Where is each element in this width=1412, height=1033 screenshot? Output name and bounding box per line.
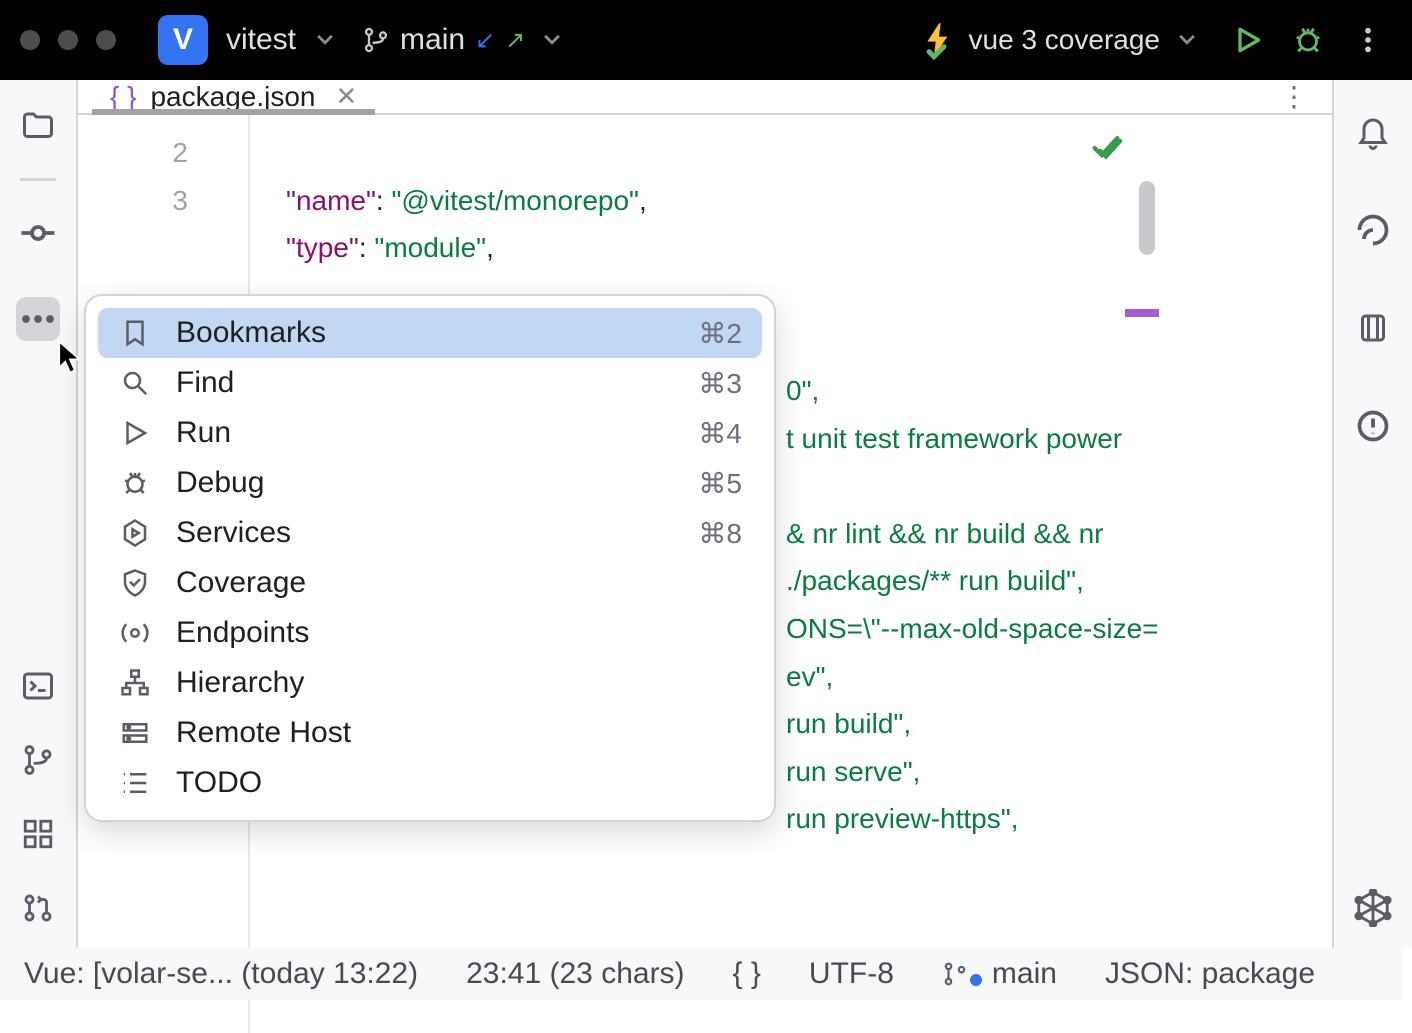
tool-windows-popup: Bookmarks ⌘2 Find ⌘3 Run ⌘4 Debug ⌘5 Ser… [84, 294, 776, 822]
outgoing-icon: ↗ [505, 26, 525, 55]
bolt-check-icon [919, 20, 959, 60]
popup-item-shortcut: ⌘2 [698, 317, 742, 350]
editor-tab[interactable]: { } package.json ✕ [92, 80, 375, 113]
tab-file-name: package.json [150, 81, 315, 113]
minimize-window[interactable] [58, 30, 78, 50]
endpoints-icon [118, 616, 152, 650]
popup-item-debug[interactable]: Debug ⌘5 [98, 458, 762, 508]
run-configuration-selector[interactable]: vue 3 coverage [919, 20, 1212, 60]
shield-icon [118, 566, 152, 600]
popup-item-shortcut: ⌘5 [698, 467, 742, 500]
project-name[interactable]: vitest [226, 23, 296, 57]
ai-assistant-icon[interactable] [1351, 208, 1395, 252]
file-language[interactable]: JSON: package [1105, 957, 1315, 991]
editor-tabs: { } package.json ✕ ⋮ [78, 80, 1332, 115]
debug-button[interactable] [1284, 16, 1332, 64]
popup-item-run[interactable]: Run ⌘4 [98, 408, 762, 458]
json-file-icon: { } [110, 81, 136, 113]
problems-icon[interactable] [1351, 404, 1395, 448]
close-window[interactable] [20, 30, 40, 50]
branch-icon [362, 26, 390, 54]
popup-item-label: Find [176, 366, 234, 400]
run-button[interactable] [1224, 16, 1272, 64]
scrollbar-thumb[interactable] [1139, 181, 1155, 255]
popup-item-shortcut: ⌘4 [698, 417, 742, 450]
popup-item-find[interactable]: Find ⌘3 [98, 358, 762, 408]
braces-icon[interactable]: { } [733, 957, 761, 991]
vcs-branch-widget[interactable]: main ↙ ↗ [362, 23, 577, 57]
caret-position[interactable]: 23:41 (23 chars) [466, 957, 684, 991]
file-encoding[interactable]: UTF-8 [809, 957, 894, 991]
todo-icon [118, 766, 152, 800]
right-tool-strip [1332, 80, 1412, 948]
status-bar: Vue: [volar-se... (today 13:22) 23:41 (2… [0, 948, 1402, 1000]
popup-item-label: Endpoints [176, 616, 309, 650]
run-config-name: vue 3 coverage [969, 24, 1160, 56]
git-branch-status[interactable]: main [942, 957, 1057, 991]
popup-item-label: Debug [176, 466, 264, 500]
pull-requests-tool-icon[interactable] [16, 886, 60, 930]
bookmark-icon [118, 316, 152, 350]
popup-item-label: Services [176, 516, 291, 550]
database-icon[interactable] [1351, 306, 1395, 350]
popup-item-label: Hierarchy [176, 666, 304, 700]
git-tool-icon[interactable] [16, 738, 60, 782]
chevron-down-icon[interactable] [541, 29, 563, 51]
editor-tab-actions-icon[interactable]: ⋮ [1280, 80, 1318, 113]
scrollbar-marker [1125, 309, 1159, 317]
vue-status[interactable]: Vue: [volar-se... (today 13:22) [24, 957, 418, 991]
search-icon [118, 366, 152, 400]
line-number: 2 [78, 129, 188, 177]
popup-item-services[interactable]: Services ⌘8 [98, 508, 762, 558]
terminal-tool-icon[interactable] [16, 664, 60, 708]
mouse-cursor [58, 340, 82, 374]
popup-item-coverage[interactable]: Coverage [98, 558, 762, 608]
popup-item-label: Coverage [176, 566, 306, 600]
popup-item-label: Bookmarks [176, 316, 326, 350]
popup-item-shortcut: ⌘3 [698, 367, 742, 400]
window-controls[interactable] [20, 30, 116, 50]
popup-item-endpoints[interactable]: Endpoints [98, 608, 762, 658]
play-icon [118, 416, 152, 450]
chevron-down-icon[interactable] [314, 29, 336, 51]
notifications-icon[interactable] [1351, 110, 1395, 154]
remote-icon [118, 716, 152, 750]
project-icon: V [158, 15, 208, 65]
incoming-icon: ↙ [475, 26, 495, 55]
popup-item-label: Remote Host [176, 716, 351, 750]
popup-item-label: Run [176, 416, 231, 450]
popup-item-label: TODO [176, 766, 262, 800]
hex-play-icon [118, 516, 152, 550]
more-actions-icon[interactable] [1344, 16, 1392, 64]
bug-icon [118, 466, 152, 500]
chevron-down-icon[interactable] [1176, 29, 1198, 51]
graphql-icon[interactable] [1351, 886, 1395, 930]
close-tab-icon[interactable]: ✕ [336, 81, 358, 112]
titlebar: V vitest main ↙ ↗ vue 3 coverage [0, 0, 1412, 80]
structure-tool-icon[interactable] [16, 812, 60, 856]
popup-item-hierarchy[interactable]: Hierarchy [98, 658, 762, 708]
popup-item-shortcut: ⌘8 [698, 517, 742, 550]
commit-tool-icon[interactable] [16, 211, 60, 255]
left-tool-strip [0, 80, 78, 948]
project-tool-icon[interactable] [16, 104, 60, 148]
line-number: 3 [78, 177, 188, 225]
branch-name: main [400, 23, 465, 57]
popup-item-remote-host[interactable]: Remote Host [98, 708, 762, 758]
hierarchy-icon [118, 666, 152, 700]
more-tools-icon[interactable] [16, 297, 60, 341]
popup-item-bookmarks[interactable]: Bookmarks ⌘2 [98, 308, 762, 358]
maximize-window[interactable] [96, 30, 116, 50]
popup-item-todo[interactable]: TODO [98, 758, 762, 808]
inspection-ok-icon[interactable] [1089, 131, 1123, 165]
